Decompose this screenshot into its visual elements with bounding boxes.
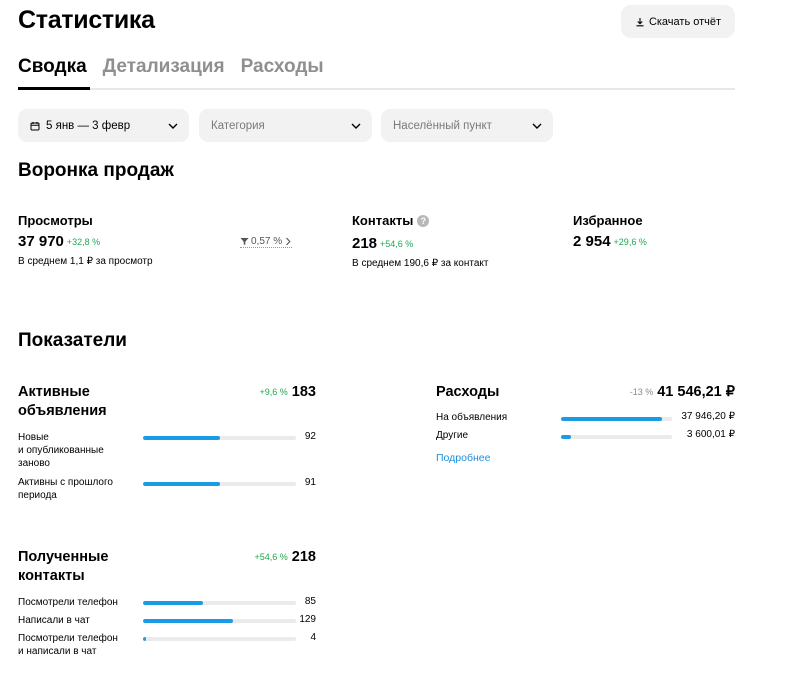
contacts-value: 218 +54,6 % bbox=[352, 235, 414, 252]
expenses-delta: -13 % bbox=[629, 387, 654, 397]
views-delta: +32,8 % bbox=[66, 237, 101, 247]
bar-fill bbox=[143, 601, 203, 605]
contacts-label: Контакты ? bbox=[352, 213, 430, 228]
tab-details[interactable]: Детализация bbox=[103, 56, 225, 78]
active-tab-indicator bbox=[18, 87, 90, 90]
tab-summary[interactable]: Сводка bbox=[18, 56, 87, 78]
active-ads-row-value: 91 bbox=[304, 477, 316, 488]
page-title: Статистика bbox=[18, 6, 155, 34]
download-report-label: Скачать отчёт bbox=[648, 15, 722, 28]
expenses-row-label: Другие bbox=[436, 430, 469, 441]
expenses-total: -13 % 41 546,21 ₽ bbox=[629, 384, 735, 400]
calendar-icon bbox=[30, 121, 40, 130]
city-placeholder: Населённый пункт bbox=[393, 119, 492, 132]
bar-fill bbox=[143, 619, 234, 623]
contacts-delta: +54,6 % bbox=[380, 239, 414, 249]
expenses-bar bbox=[561, 435, 672, 439]
active-ads-row-value: 92 bbox=[304, 431, 316, 442]
expenses-row-label: На объявления bbox=[436, 412, 508, 423]
active-ads-delta: +9,6 % bbox=[259, 387, 288, 397]
expenses-title: Расходы bbox=[436, 384, 500, 400]
bar-fill bbox=[143, 482, 220, 486]
contacts-row-label: Посмотрели телефон и написали в чат bbox=[18, 633, 118, 657]
chevron-down-icon bbox=[532, 123, 542, 129]
download-icon bbox=[636, 17, 644, 26]
chevron-down-icon bbox=[351, 123, 361, 129]
chevron-right-icon bbox=[286, 237, 291, 246]
indicators-title: Показатели bbox=[18, 330, 127, 351]
active-ads-total: +9,6 % 183 bbox=[259, 384, 316, 400]
help-icon[interactable]: ? bbox=[417, 214, 430, 227]
chevron-down-icon bbox=[168, 123, 178, 129]
tab-bar: Сводка Детализация Расходы bbox=[18, 56, 324, 78]
category-placeholder: Категория bbox=[211, 119, 265, 132]
views-average: В среднем 1,1 ₽ за просмотр bbox=[18, 256, 153, 267]
funnel-icon bbox=[240, 238, 249, 245]
received-contacts-title: Полученные контакты bbox=[18, 549, 109, 584]
active-ads-title: Активные объявления bbox=[18, 384, 107, 419]
contacts-row-label: Написали в чат bbox=[18, 615, 90, 626]
expenses-row-value: 37 946,20 ₽ bbox=[681, 411, 735, 422]
active-ads-row-label: Активны с прошлого периода bbox=[18, 477, 113, 501]
favorites-value: 2 954 +29,6 % bbox=[573, 233, 647, 250]
funnel-title: Воронка продаж bbox=[18, 160, 174, 181]
bar-fill bbox=[561, 435, 571, 439]
contacts-average: В среднем 190,6 ₽ за контакт bbox=[352, 258, 489, 269]
received-contacts-total: +54,6 % 218 bbox=[254, 549, 316, 565]
expenses-bar bbox=[561, 417, 672, 421]
bar-fill bbox=[143, 637, 147, 641]
category-select[interactable]: Категория bbox=[199, 109, 372, 142]
contacts-row-label: Посмотрели телефон bbox=[18, 597, 118, 608]
contacts-row-value: 4 bbox=[310, 632, 316, 643]
date-range-value: 5 янв — 3 февр bbox=[46, 119, 131, 132]
tab-expenses[interactable]: Расходы bbox=[241, 56, 324, 78]
active-ads-row-label: Новые и опубликованные заново bbox=[18, 432, 104, 469]
favorites-delta: +29,6 % bbox=[613, 237, 647, 247]
download-report-button[interactable]: Скачать отчёт bbox=[621, 5, 735, 38]
tab-divider bbox=[18, 88, 735, 90]
contacts-row-value: 85 bbox=[304, 596, 316, 607]
expenses-row-value: 3 600,01 ₽ bbox=[686, 429, 735, 440]
bar-fill bbox=[143, 436, 220, 440]
views-label: Просмотры bbox=[18, 213, 93, 228]
conversion-rate[interactable]: 0,57 % bbox=[240, 236, 293, 248]
city-select[interactable]: Населённый пункт bbox=[381, 109, 553, 142]
favorites-label: Избранное bbox=[573, 213, 643, 228]
expenses-more-link[interactable]: Подробнее bbox=[436, 452, 490, 464]
views-value: 37 970 +32,8 % bbox=[18, 233, 101, 250]
bar-fill bbox=[561, 417, 662, 421]
contacts-row-value: 129 bbox=[299, 614, 316, 625]
received-contacts-delta: +54,6 % bbox=[254, 552, 288, 562]
date-range-select[interactable]: 5 янв — 3 февр bbox=[18, 109, 189, 142]
